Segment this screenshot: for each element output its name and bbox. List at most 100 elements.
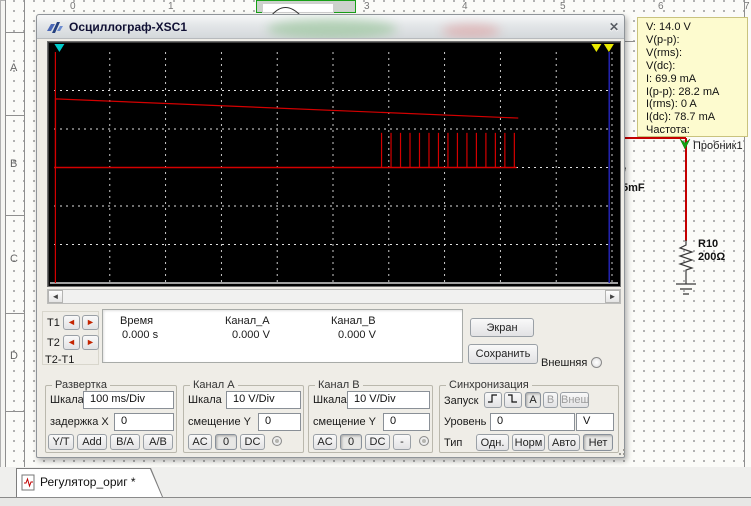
ruler-sep-1 <box>5 32 25 33</box>
resize-grip[interactable] <box>615 443 625 455</box>
channel-b-offset-label: смещение Y <box>313 416 376 428</box>
timebase-yt-button[interactable]: Y/T <box>48 434 74 450</box>
scroll-right-icon[interactable]: ► <box>605 290 620 303</box>
t2-right-button[interactable]: ► <box>82 335 99 350</box>
selected-component[interactable] <box>256 0 356 17</box>
ruler-row-b: B <box>10 158 18 170</box>
probe-idc: I(dc): 78.7 mA <box>646 111 716 124</box>
schematic-doc-icon <box>21 474 35 491</box>
probe-irms: I(rms): 0 A <box>646 98 697 111</box>
channel-b-group: Канал B Шкала 10 V/Div смещение Y 0 AC 0… <box>308 379 433 453</box>
t2-left-button[interactable]: ◄ <box>63 335 80 350</box>
dialog-titlebar[interactable]: Осциллограф-XSC1 ✕ <box>37 15 624 39</box>
document-tab[interactable]: Регулятор_ориг * <box>16 468 163 497</box>
oscilloscope-dialog: Осциллограф-XSC1 ✕ ◄ ► T1 ◄ ► T2 ◄ ► T2-… <box>36 14 625 458</box>
ruler-sep-3 <box>5 215 25 216</box>
t1-right-button[interactable]: ► <box>82 315 99 330</box>
timebase-scale-input[interactable]: 100 ms/Div <box>83 391 174 409</box>
probe-name-label[interactable]: Пробник1 <box>693 140 743 152</box>
screen-button[interactable]: Экран <box>470 318 534 337</box>
readout-panel: Время Канал_A Канал_B 0.000 s 0.000 V 0.… <box>102 309 463 363</box>
trigger-type-auto-button[interactable]: Авто <box>548 434 580 451</box>
cursor-2-handle-b[interactable] <box>603 44 614 52</box>
scope-scrollbar[interactable]: ◄ ► <box>47 289 621 304</box>
timebase-ba-button[interactable]: B/A <box>110 434 140 450</box>
timebase-group: Развертка Шкала 100 ms/Div задержка X 0 … <box>45 379 177 453</box>
probe-freq: Частота: <box>646 124 690 137</box>
timebase-ab-button[interactable]: A/B <box>143 434 173 450</box>
timebase-delay-label: задержка X <box>50 416 109 428</box>
trigger-type-none-button[interactable]: Нет <box>583 434 613 451</box>
channel-a-group: Канал A Шкала 10 V/Div смещение Y 0 AC 0… <box>183 379 304 453</box>
timebase-delay-input[interactable]: 0 <box>114 413 174 431</box>
probe-vdc: V(dc): <box>646 59 676 72</box>
trigger-source-b-button[interactable]: B <box>543 392 558 408</box>
trigger-source-a-button[interactable]: A <box>525 392 541 408</box>
channel-b-zero-button[interactable]: 0 <box>340 434 362 450</box>
channel-b-radio[interactable] <box>419 436 429 446</box>
channel-b-scale-label: Шкала <box>313 394 347 406</box>
trigger-legend: Синхронизация <box>446 379 532 391</box>
channel-a-scale-input[interactable]: 10 V/Div <box>226 391 301 409</box>
channel-a-ac-button[interactable]: AC <box>188 434 212 450</box>
cursor-1-handle[interactable] <box>54 44 65 52</box>
channel-a-zero-button[interactable]: 0 <box>215 434 237 450</box>
channel-b-ac-button[interactable]: AC <box>313 434 337 450</box>
trigger-level-input[interactable]: 0 <box>490 413 575 431</box>
readout-channel-a-value: 0.000 V <box>232 329 270 341</box>
resistor-value-label[interactable]: 200Ω <box>698 251 725 263</box>
channel-a-legend: Канал A <box>190 379 238 391</box>
readout-header-time: Время <box>120 315 154 327</box>
save-button[interactable]: Сохранить <box>468 344 538 364</box>
document-tab-label: Регулятор_ориг * <box>40 475 136 489</box>
ground-symbol[interactable] <box>675 274 697 298</box>
trigger-group: Синхронизация Запуск A B Внеш Уровень 0 … <box>439 379 619 453</box>
t1-left-button[interactable]: ◄ <box>63 315 80 330</box>
sheet-border-left-outer <box>5 0 6 467</box>
scope-display <box>47 41 621 287</box>
trigger-type-single-button[interactable]: Одн. <box>476 434 509 451</box>
ruler-col-1: 1 <box>168 1 174 12</box>
ruler-row-a: A <box>10 62 18 74</box>
trigger-source-ext-button[interactable]: Внеш <box>560 392 589 408</box>
rising-edge-button[interactable] <box>484 392 502 408</box>
channel-b-dc-button[interactable]: DC <box>365 434 390 450</box>
t2-label: T2 <box>47 337 60 349</box>
channel-b-scale-input[interactable]: 10 V/Div <box>347 391 430 409</box>
titlebar-smudge-green <box>267 19 397 38</box>
channel-a-radio[interactable] <box>272 436 282 446</box>
probe-vpp: V(p-p): <box>646 33 680 46</box>
trace-a-decline <box>54 98 519 168</box>
wire-horizontal[interactable] <box>622 137 686 139</box>
probe-arrow-icon[interactable] <box>679 138 691 150</box>
ruler-col-5: 5 <box>560 1 566 12</box>
multisim-logo-icon <box>47 22 63 33</box>
scroll-left-icon[interactable]: ◄ <box>48 290 63 303</box>
probe-v: V: 14.0 V <box>646 21 691 33</box>
close-icon[interactable]: ✕ <box>606 20 622 34</box>
trigger-type-normal-button[interactable]: Норм <box>512 434 545 451</box>
readout-time-value: 0.000 s <box>122 329 159 341</box>
resistor-ref-label[interactable]: R10 <box>698 238 718 250</box>
resistor-symbol[interactable] <box>678 240 696 274</box>
channel-b-minus-button[interactable]: - <box>393 434 411 450</box>
readout-header-channel-a: Канал_A <box>225 315 270 327</box>
channel-a-dc-button[interactable]: DC <box>240 434 265 450</box>
ruler-sep-2 <box>5 115 25 116</box>
timebase-scale-label: Шкала <box>50 394 84 406</box>
capacitor-value-fragment: 5mF <box>622 182 645 194</box>
t1-label: T1 <box>47 317 60 329</box>
channel-b-legend: Канал B <box>315 379 363 391</box>
readout-header-channel-b: Канал_B <box>331 315 376 327</box>
cursor-2-handle-a[interactable] <box>591 44 602 52</box>
probe-vrms: V(rms): <box>646 46 683 59</box>
channel-b-offset-input[interactable]: 0 <box>383 413 430 431</box>
timebase-add-button[interactable]: Add <box>77 434 107 450</box>
falling-edge-button[interactable] <box>504 392 522 408</box>
component-graph-preview <box>262 3 334 17</box>
wire-vertical[interactable] <box>685 138 687 241</box>
channel-a-offset-input[interactable]: 0 <box>258 413 301 431</box>
external-radio[interactable] <box>591 357 602 368</box>
ruler-sep-5 <box>5 411 25 412</box>
t2-t1-label: T2-T1 <box>45 354 75 366</box>
